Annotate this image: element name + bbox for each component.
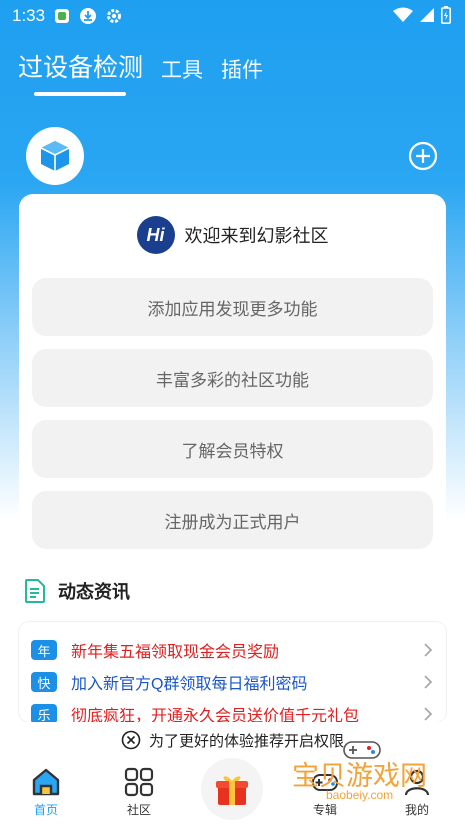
welcome-text: 欢迎来到幻影社区 [184,226,329,246]
close-circle-icon[interactable] [121,730,141,750]
app-notification-icon [53,7,71,25]
watermark: 宝贝游戏网 baobeiy.com [292,741,442,802]
community-features-button[interactable]: 丰富多彩的社区功能 [32,349,433,407]
tab-device-detection[interactable]: 过设备检测 [18,48,143,84]
grid-icon [124,767,154,797]
news-tag: 年 [31,640,57,660]
cube-icon [40,141,70,171]
news-tag: 乐 [31,704,57,722]
tab-plugins[interactable]: 插件 [221,54,263,84]
chevron-right-icon [424,675,433,689]
news-tag: 快 [31,672,57,692]
nav-label: 首页 [33,803,58,817]
news-header: 动态资讯 [24,578,130,604]
app-logo[interactable] [26,127,84,185]
download-icon [79,7,97,25]
member-privileges-button[interactable]: 了解会员特权 [32,420,433,478]
chevron-right-icon [424,643,433,657]
list-item[interactable]: 乐 彻底疯狂，开通永久会员送价值千元礼包 [31,700,436,722]
news-text: 加入新官方Q群领取每日福利密码 [71,676,308,693]
wifi-icon [393,7,413,27]
list-item[interactable]: 年 新年集五福领取现金会员奖励 [31,636,436,664]
home-icon [32,768,60,796]
add-apps-button[interactable]: 添加应用发现更多功能 [32,278,433,336]
nav-label: 社区 [126,803,151,817]
news-list: 年 新年集五福领取现金会员奖励 快 加入新官方Q群领取每日福利密码 乐 彻底疯狂… [19,622,446,722]
gift-icon [216,776,248,805]
battery-icon [441,6,451,28]
signal-icon [419,7,435,27]
news-title: 动态资讯 [58,582,130,602]
nav-gift[interactable] [201,758,263,820]
nav-home[interactable]: 首页 [11,758,81,818]
watermark-url: baobeiy.com [326,788,394,802]
top-tabs: 过设备检测 工具 插件 [18,48,263,84]
news-text: 新年集五福领取现金会员奖励 [71,644,280,661]
status-time: 1:33 [12,6,46,25]
gear-icon [105,7,123,25]
list-item[interactable]: 快 加入新官方Q群领取每日福利密码 [31,668,436,696]
add-button[interactable] [408,141,438,171]
welcome-row: Hi 欢迎来到幻影社区 [19,216,446,254]
register-user-button[interactable]: 注册成为正式用户 [32,491,433,549]
news-text: 彻底疯狂，开通永久会员送价值千元礼包 [71,708,360,722]
welcome-card: Hi 欢迎来到幻影社区 添加应用发现更多功能 丰富多彩的社区功能 了解会员特权 … [19,194,446,562]
nav-label: 专辑 [312,803,337,817]
nav-label: 我的 [404,803,429,817]
active-tab-indicator [34,92,126,96]
plus-circle-icon [408,141,438,171]
hi-badge-icon: Hi [136,216,175,254]
nav-community[interactable]: 社区 [104,758,174,818]
document-icon [25,579,45,603]
chevron-right-icon [424,707,433,721]
tab-tools[interactable]: 工具 [161,54,203,84]
status-bar: 1:33 [0,0,465,32]
